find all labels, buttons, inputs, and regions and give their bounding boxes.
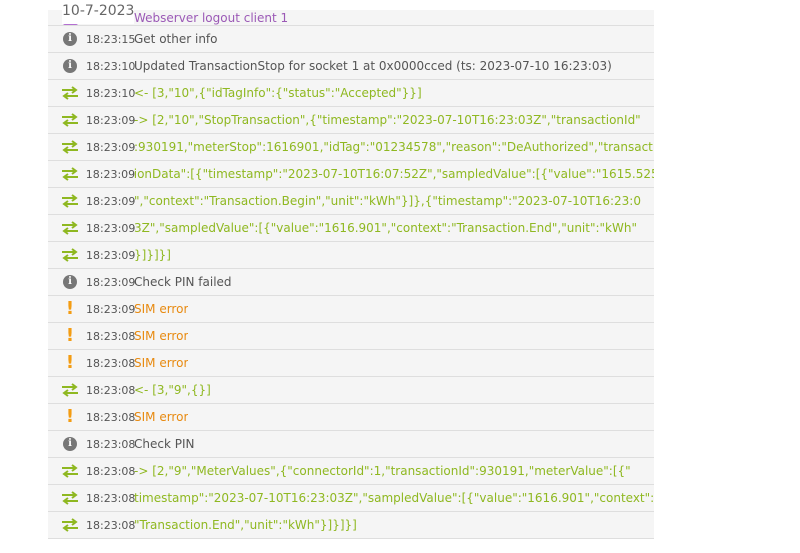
log-entry: 18:23:08 timestamp":"2023-07-10T16:23:03Z…: [48, 485, 654, 512]
log-message: Check PIN failed: [134, 275, 232, 289]
log-time: 18:23:08: [86, 518, 136, 532]
log-time: 18:23:09: [86, 140, 136, 154]
log-entry: 18:23:09 3Z","sampledValue":[{"value":"16…: [48, 215, 654, 242]
log-message: <- [3,"9",{}]: [134, 383, 211, 397]
log-time: 18:23:15: [86, 32, 136, 46]
log-entry: ! 18:23:08 SIM error: [48, 323, 654, 350]
log-time: 18:23:09: [86, 248, 136, 262]
log-message: "Transaction.End","unit":"kWh"}]}]}]: [134, 518, 357, 532]
log-message: Get other info: [134, 32, 218, 46]
log-entry: ! 18:23:09 SIM error: [48, 296, 654, 323]
log-time: 18:23:09: [86, 221, 136, 235]
exclamation-icon: !: [65, 298, 75, 319]
log-entry: 18:23:09:930191,"meterStop":1616901,"idT…: [48, 134, 654, 161]
log-message: <- [3,"10",{"idTagInfo":{"status":"Accep…: [134, 86, 422, 100]
exclamation-icon: !: [65, 352, 75, 373]
log-time: 18:23:09: [86, 275, 136, 289]
log-entry: i 18:23:10 Updated TransactionStop for soc…: [48, 53, 654, 80]
log-message: ","context":"Transaction.Begin","unit":"…: [134, 194, 641, 208]
info-icon: i: [56, 59, 84, 73]
log-entry: 18:23:??Webserver logout client 1: [48, 10, 654, 26]
log-time: 18:23:08: [86, 383, 136, 397]
log-entry: 18:23:08 "Transaction.End","unit":"kWh"}]…: [48, 512, 654, 539]
log-time: 18:23:08: [86, 410, 136, 424]
log-time: 18:23:08: [86, 329, 136, 343]
event-log-list[interactable]: 18:23:??Webserver logout client 1i18:23:…: [48, 10, 654, 539]
transfer-icon: [56, 86, 84, 100]
exclamation-icon: !: [65, 325, 75, 346]
log-message: -> [2,"10","StopTransaction",{"timestamp…: [134, 113, 641, 127]
info-icon: i: [56, 275, 84, 289]
log-message: Webserver logout client 1: [134, 10, 289, 25]
log-entry: 18:23:09 ","context":"Transaction.Begin",…: [48, 188, 654, 215]
date-header: 10-7-2023: [62, 2, 135, 24]
log-message: timestamp":"2023-07-10T16:23:03Z","sampl…: [133, 491, 654, 505]
log-entry: 18:23:08 -> [2,"9","MeterValues",{"connec…: [48, 458, 654, 485]
log-message: SIM error: [134, 329, 189, 343]
log-entry: 18:23:09}]}]}]: [48, 242, 654, 269]
transfer-icon: [56, 194, 84, 208]
log-message: SIM error: [134, 356, 189, 370]
log-time: 18:23:09: [86, 302, 136, 316]
log-entry: 18:23:09 ionData":[{"timestamp":"2023-07-…: [48, 161, 654, 188]
log-entry: i 18:23:08 Check PIN: [48, 431, 654, 458]
log-time: 18:23:08: [86, 464, 136, 478]
log-entry: i 18:23:15 Get other info: [48, 26, 654, 53]
log-time: 18:23:08: [86, 356, 136, 370]
log-message: -> [2,"9","MeterValues",{"connectorId":1…: [134, 464, 631, 478]
log-entry: 18:23:09 -> [2,"10","StopTransaction",{"t…: [48, 107, 654, 134]
log-message: 3Z","sampledValue":[{"value":"1616.901",…: [134, 221, 637, 235]
log-entry: 18:23:10 <- [3,"10",{"idTagInfo":{"status…: [48, 80, 654, 107]
info-icon: i: [56, 32, 84, 46]
log-time: 18:23:10: [86, 86, 136, 100]
log-message: :930191,"meterStop":1616901,"idTag":"012…: [134, 140, 653, 154]
log-time: 18:23:09: [86, 113, 136, 127]
transfer-icon: [56, 113, 84, 127]
info-icon: i: [56, 437, 84, 451]
log-time: 18:23:09: [86, 194, 136, 208]
transfer-icon: [56, 464, 84, 478]
transfer-icon: [56, 167, 84, 181]
log-entry: ! 18:23:08 SIM error: [48, 350, 654, 377]
transfer-icon: [56, 140, 84, 154]
log-time: 18:23:08: [85, 491, 136, 505]
log-message: SIM error: [134, 410, 189, 424]
log-message: ionData":[{"timestamp":"2023-07-10T16:07…: [133, 167, 654, 181]
log-message: Updated TransactionStop for socket 1 at …: [134, 59, 612, 73]
log-message: }]}]}]: [134, 248, 171, 262]
transfer-icon: [56, 518, 84, 532]
transfer-icon: [56, 248, 84, 262]
transfer-icon: [56, 491, 84, 505]
log-entry: i 18:23:09 Check PIN failed: [48, 269, 654, 296]
log-time: 18:23:09: [85, 167, 136, 181]
log-message: SIM error: [134, 302, 189, 316]
log-time: 18:23:10: [86, 59, 136, 73]
exclamation-icon: !: [65, 406, 75, 427]
transfer-icon: [56, 383, 84, 397]
log-entry: 18:23:08 <- [3,"9",{}]: [48, 377, 654, 404]
log-time: 18:23:08: [86, 437, 136, 451]
transfer-icon: [56, 221, 84, 235]
log-message: Check PIN: [134, 437, 195, 451]
log-entry: ! 18:23:08 SIM error: [48, 404, 654, 431]
